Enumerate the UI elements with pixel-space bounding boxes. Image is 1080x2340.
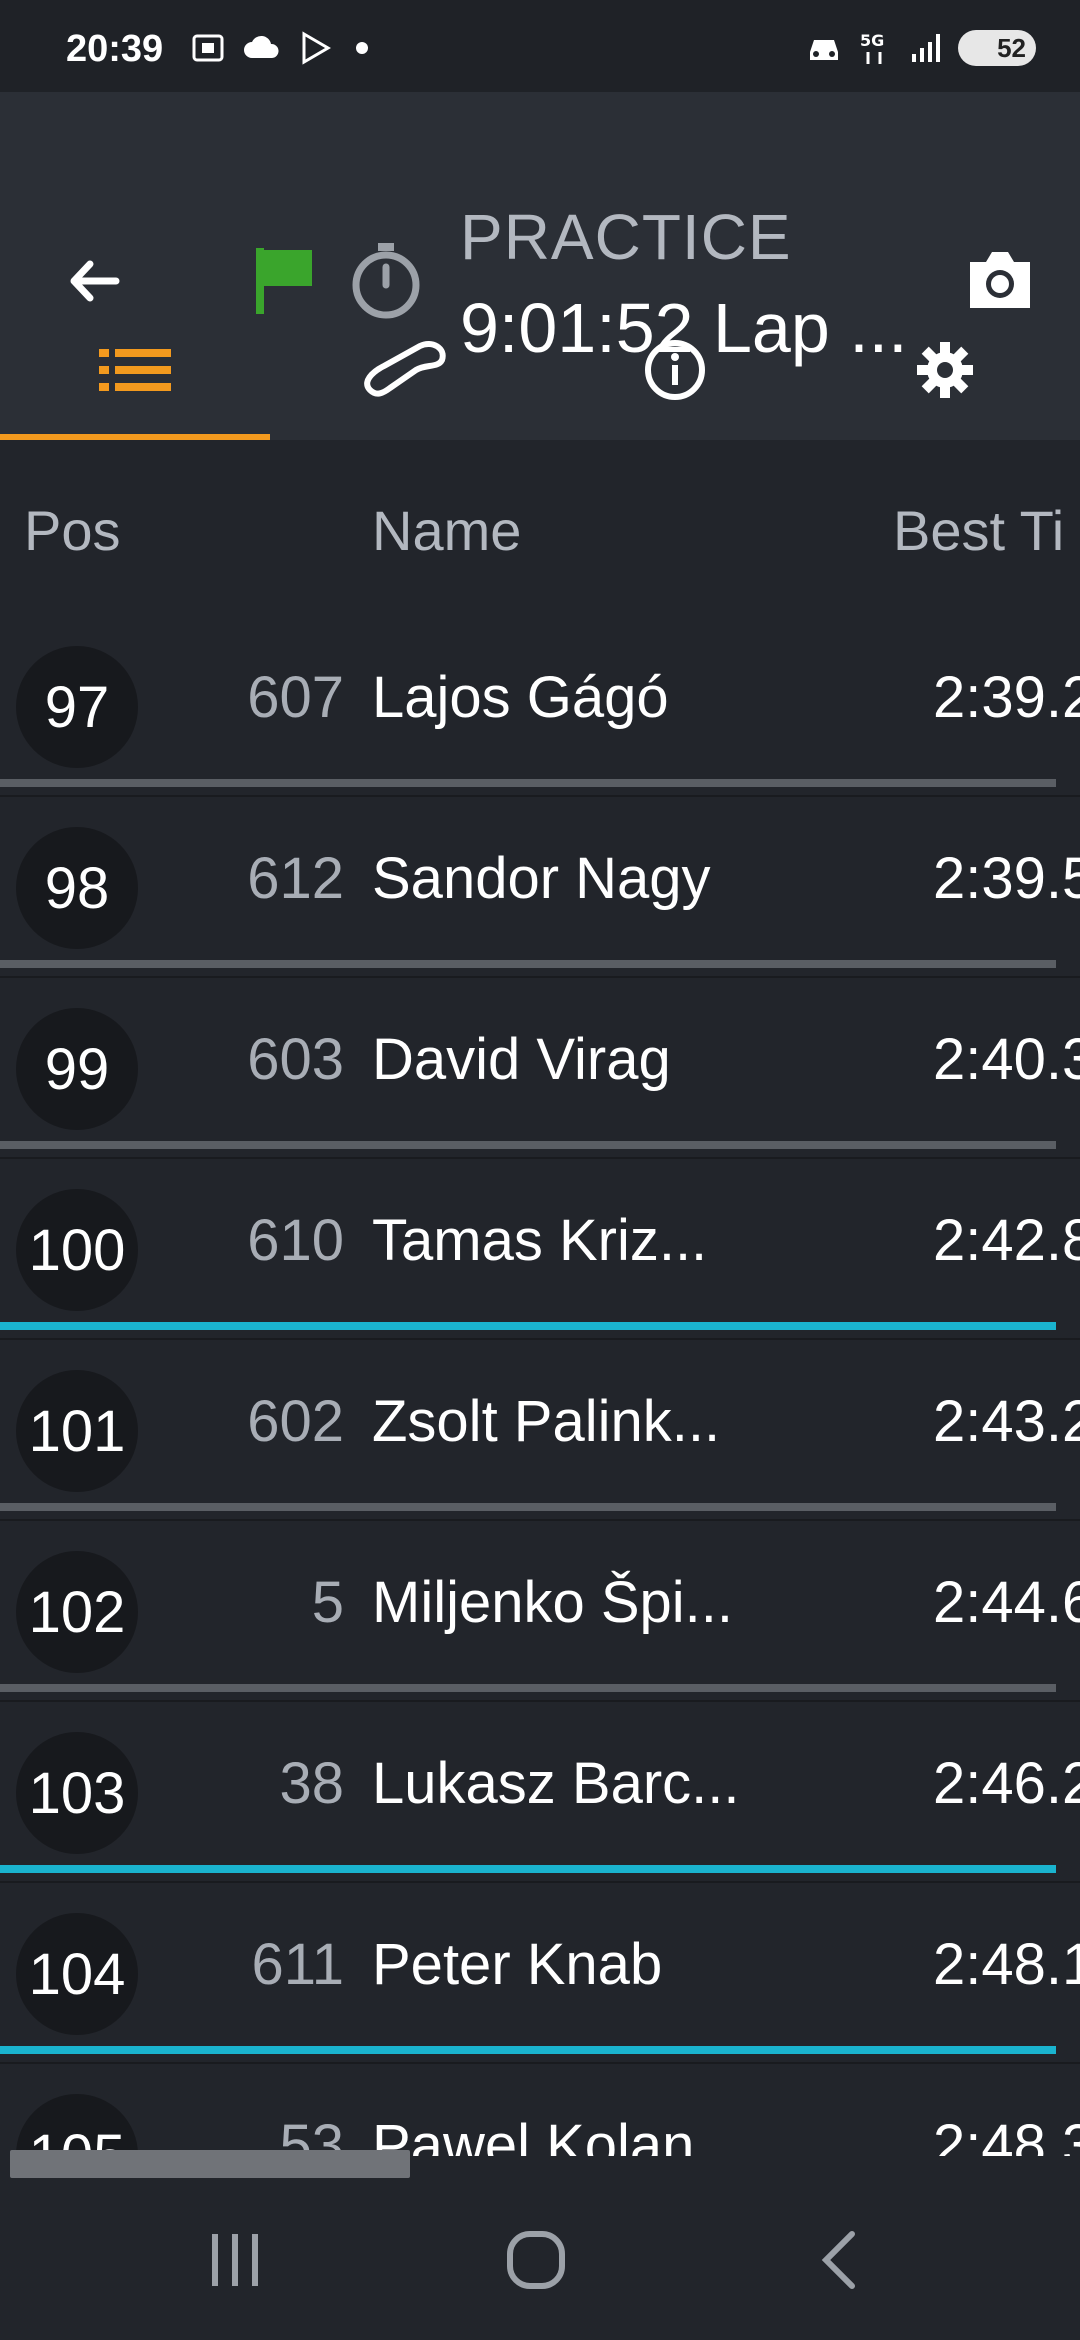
best-time: 2:48.1	[933, 1932, 1080, 1997]
best-time: 2:39.5	[933, 846, 1080, 911]
home-button[interactable]	[504, 2228, 568, 2297]
position-badge: 104	[16, 1913, 138, 2035]
table-row[interactable]: 99 603 David Virag 2:40.3	[0, 978, 1080, 1159]
row-indicator-bar	[0, 2046, 1056, 2054]
best-time: 2:44.6	[933, 1570, 1080, 1635]
back-chevron-icon	[821, 2231, 855, 2289]
signal-icon	[912, 34, 940, 62]
home-icon	[507, 2231, 565, 2289]
driver-name: Tamas Kriz...	[372, 1208, 708, 1273]
row-indicator-bar	[0, 1503, 1056, 1511]
tab-bar	[0, 300, 1080, 440]
table-row[interactable]: 100 610 Tamas Kriz... 2:42.8	[0, 1159, 1080, 1340]
column-best-time[interactable]: Best Ti	[893, 498, 1064, 563]
list-icon	[99, 349, 171, 391]
cloud-icon	[244, 35, 279, 58]
driver-name: David Virag	[372, 1027, 671, 1092]
driver-name: Sandor Nagy	[372, 846, 711, 911]
driver-name: Zsolt Palink...	[372, 1389, 721, 1454]
best-time: 2:43.2	[933, 1389, 1080, 1454]
column-header: Pos Name Best Ti	[0, 440, 1080, 618]
recents-button[interactable]	[208, 2228, 264, 2297]
table-row[interactable]: 104 611 Peter Knab 2:48.1	[0, 1883, 1080, 2064]
back-nav-button[interactable]	[816, 2228, 860, 2297]
position-badge: 100	[16, 1189, 138, 1311]
car-number: 612	[247, 846, 344, 911]
table-row[interactable]: 103 38 Lukasz Barc... 2:46.2	[0, 1702, 1080, 1883]
status-time: 20:39	[66, 28, 164, 70]
session-type: PRACTICE	[460, 201, 792, 273]
5g-icon: 5G	[860, 31, 884, 64]
table-row[interactable]: 102 5 Miljenko Špi... 2:44.6	[0, 1521, 1080, 1702]
row-indicator-bar	[0, 779, 1056, 787]
screenshot-icon	[192, 34, 224, 62]
tab-settings[interactable]	[810, 300, 1080, 440]
play-store-icon	[302, 31, 331, 65]
row-indicator-bar	[0, 1141, 1056, 1149]
driver-name: Peter Knab	[372, 1932, 663, 1997]
car-number: 603	[247, 1027, 344, 1092]
tab-info[interactable]	[540, 300, 810, 440]
battery-level: 52	[997, 32, 1026, 63]
status-icons-right: 5G 52	[804, 30, 1036, 66]
best-time: 2:42.8	[933, 1208, 1080, 1273]
car-number: 610	[247, 1208, 344, 1273]
row-indicator-bar	[0, 1322, 1056, 1330]
recents-icon	[212, 2234, 258, 2286]
column-pos[interactable]: Pos	[24, 498, 121, 563]
info-icon	[645, 340, 705, 400]
table-row[interactable]: 97 607 Lajos Gágó 2:39.2	[0, 616, 1080, 797]
table-row[interactable]: 98 612 Sandor Nagy 2:39.5	[0, 797, 1080, 978]
position-badge: 98	[16, 827, 138, 949]
best-time: 2:46.2	[933, 1751, 1080, 1816]
position-badge: 105	[16, 2094, 138, 2156]
best-time: 2:40.3	[933, 1027, 1080, 1092]
car-number: 602	[247, 1389, 344, 1454]
dot-icon	[356, 42, 368, 54]
track-icon	[364, 340, 446, 397]
status-bar: 20:39 5G 52	[0, 0, 1080, 92]
position-badge: 101	[16, 1370, 138, 1492]
driver-name: Pawel Kolan...	[372, 2113, 743, 2156]
status-icons-left	[190, 30, 374, 66]
driver-name: Lukasz Barc...	[372, 1751, 740, 1816]
system-nav-bar	[0, 2180, 1080, 2340]
car-icon	[810, 40, 838, 60]
tab-track[interactable]	[270, 300, 540, 440]
column-name[interactable]: Name	[372, 498, 521, 563]
table-row[interactable]: 105 53 Pawel Kolan... 2:48.3	[0, 2064, 1080, 2156]
driver-name: Miljenko Špi...	[372, 1570, 734, 1635]
battery-icon: 52	[958, 30, 1036, 66]
row-indicator-bar	[0, 960, 1056, 968]
table-row[interactable]: 101 602 Zsolt Palink... 2:43.2	[0, 1340, 1080, 1521]
svg-text:5G: 5G	[860, 31, 884, 50]
position-badge: 99	[16, 1008, 138, 1130]
results-list[interactable]: 97 607 Lajos Gágó 2:39.2 98 612 Sandor Nagy 2:3…	[0, 616, 1080, 2156]
best-time: 2:39.2	[933, 665, 1080, 730]
settings-icon	[917, 342, 973, 398]
position-badge: 97	[16, 646, 138, 768]
driver-name: Lajos Gágó	[372, 665, 669, 730]
car-number: 607	[247, 665, 344, 730]
position-badge: 103	[16, 1732, 138, 1854]
tab-list[interactable]	[0, 300, 270, 440]
position-badge: 102	[16, 1551, 138, 1673]
horizontal-scrollbar[interactable]	[10, 2150, 410, 2178]
row-indicator-bar	[0, 1684, 1056, 1692]
car-number: 5	[311, 1570, 344, 1635]
car-number: 611	[251, 1932, 344, 1997]
row-indicator-bar	[0, 1865, 1056, 1873]
car-number: 38	[279, 1751, 344, 1816]
best-time: 2:48.3	[933, 2113, 1080, 2156]
